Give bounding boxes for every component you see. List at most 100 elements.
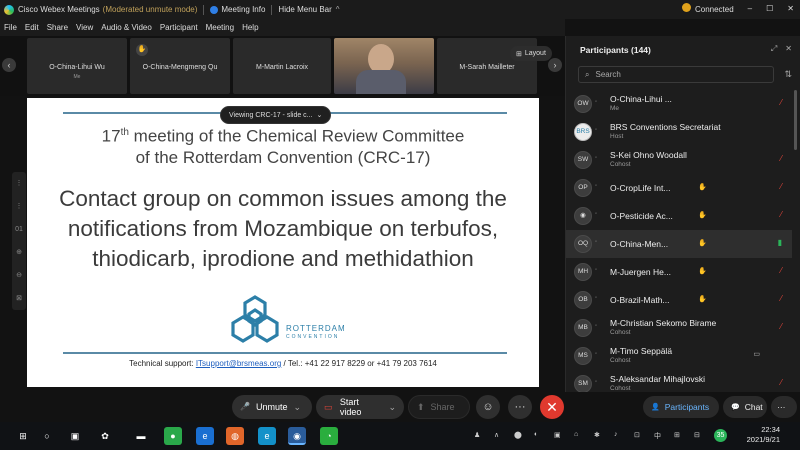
support-email-link[interactable]: ITsupport@brsmeas.org xyxy=(196,359,282,368)
viewing-share-pill[interactable]: Viewing CRC-17 - slide c... ⌄ xyxy=(220,106,332,124)
mic-muted-icon[interactable]: ⁄ xyxy=(781,98,782,107)
tray-expand-icon[interactable]: ∧ xyxy=(494,431,499,439)
unmute-button[interactable]: 🎤 Unmute ⌄ xyxy=(232,395,312,419)
participant-search-input[interactable]: ⌕ Search xyxy=(578,66,774,83)
participant-row[interactable]: MS ◦ M-Timo Seppälä Cohost ▭ xyxy=(566,342,792,370)
hide-menu-bar-button[interactable]: Hide Menu Bar xyxy=(278,5,331,14)
leave-meeting-button[interactable]: ✕ xyxy=(540,395,564,419)
participant-row[interactable]: OW ◦ O-China-Lihui ... Me ⁄ xyxy=(566,90,792,118)
mic-muted-icon[interactable]: ⁄ xyxy=(781,322,782,331)
tray-app-icon[interactable]: ⬤ xyxy=(514,431,522,439)
menu-file[interactable]: File xyxy=(4,23,17,32)
mic-active-icon[interactable]: ▮ xyxy=(778,238,782,247)
strip-prev-button[interactable]: ‹ xyxy=(2,58,16,72)
participant-row[interactable]: OQ ◦ O-China-Men... ✋ ▮ xyxy=(566,230,792,258)
tray-app-icon[interactable]: ⊟ xyxy=(694,431,700,439)
participant-name: O-Brazil-Math... xyxy=(610,295,670,305)
layout-icon: ⊞ xyxy=(516,50,522,58)
connection-status[interactable]: Connected xyxy=(681,3,734,14)
support-prefix: Technical support: xyxy=(129,359,196,368)
chat-button[interactable]: 💬 Chat xyxy=(723,396,767,418)
fit-view-icon[interactable]: ⊠ xyxy=(12,287,26,310)
drag-handle-icon[interactable]: ⋮ xyxy=(12,172,26,195)
audio-connection-icon: ◦ xyxy=(595,155,598,161)
participant-row[interactable]: SW ◦ S-Kei Ohno Woodall Cohost ⁄ xyxy=(566,146,792,174)
participant-name: BRS Conventions Secretariat xyxy=(610,122,721,132)
sort-icon[interactable]: ⇅ xyxy=(784,69,792,80)
webex-app-icon[interactable]: ◉ xyxy=(288,427,306,445)
hide-menu-chevron-icon[interactable]: ^ xyxy=(336,5,340,14)
video-tile-live[interactable] xyxy=(334,38,434,94)
popout-icon[interactable]: ⤢ xyxy=(771,44,777,54)
start-video-button[interactable]: ▭ Start video ⌄ xyxy=(316,395,404,419)
zoom-out-icon[interactable]: ⊖ xyxy=(12,264,26,287)
close-window-button[interactable]: ✕ xyxy=(787,4,794,13)
participant-row[interactable]: OB ◦ O-Brazil-Math... ✋ ⁄ xyxy=(566,286,792,314)
meeting-info-icon[interactable] xyxy=(210,5,219,14)
notification-count-badge[interactable]: 35 xyxy=(714,429,727,442)
pinwheel-app-icon[interactable]: ✿ xyxy=(96,427,114,445)
video-tile[interactable]: ✋ O-China-Mengmeng Qu xyxy=(130,38,230,94)
file-explorer-icon[interactable]: ▬ xyxy=(132,427,150,445)
participants-button[interactable]: 👤 Participants xyxy=(643,396,719,418)
tray-app-icon[interactable]: ◐ xyxy=(534,431,538,438)
chevron-down-icon[interactable]: ⌄ xyxy=(388,402,396,413)
menu-bar: File Edit Share View Audio & Video Parti… xyxy=(0,19,565,36)
menu-share[interactable]: Share xyxy=(47,23,68,32)
firefox-icon[interactable]: ◍ xyxy=(226,427,244,445)
clock[interactable]: 22:34 2021/9/21 xyxy=(747,425,780,445)
more-options-button[interactable]: ··· xyxy=(508,395,532,419)
drag-handle-icon[interactable]: ⋮ xyxy=(12,195,26,218)
wechat-icon[interactable]: ◔ xyxy=(320,427,338,445)
windows-start-icon[interactable]: ⊞ xyxy=(14,427,32,445)
tray-app-icon[interactable]: ⌂ xyxy=(574,431,578,438)
menu-participant[interactable]: Participant xyxy=(160,23,198,32)
panel-more-button[interactable]: ··· xyxy=(771,396,797,418)
chevron-down-icon[interactable]: ⌄ xyxy=(294,402,302,413)
menu-audio-video[interactable]: Audio & Video xyxy=(101,23,152,32)
title-separator xyxy=(271,4,273,15)
strip-next-button[interactable]: › xyxy=(548,58,562,72)
windows-taskbar: ⊞ ○ ▣ ✿ ▬ ● e ◍ e ◉ ◔ ♟ ∧ ⬤ ◐ ▣ ⌂ ✱ ♪ ⊡ 中 ⊞ ⊟ 35 22:34 2021/9/… xyxy=(0,422,800,450)
participant-row[interactable]: OP ◦ O-CropLife Int... ✋ ⁄ xyxy=(566,174,792,202)
mic-muted-icon[interactable]: ⁄ xyxy=(781,154,782,163)
participant-row[interactable]: ◉ ◦ O-Pesticide Ac... ✋ ⁄ xyxy=(566,202,792,230)
menu-help[interactable]: Help xyxy=(242,23,258,32)
video-tile[interactable]: O-China-Lihui Wu Me xyxy=(27,38,127,94)
layout-button[interactable]: ⊞ Layout xyxy=(510,46,552,61)
network-icon[interactable]: ⊡ xyxy=(634,431,640,439)
maximize-button[interactable]: ☐ xyxy=(766,4,773,13)
green-app-icon[interactable]: ● xyxy=(164,427,182,445)
close-panel-icon[interactable]: ✕ xyxy=(785,44,792,54)
minimize-button[interactable]: – xyxy=(748,4,752,13)
menu-meeting[interactable]: Meeting xyxy=(206,23,234,32)
mic-muted-icon[interactable]: ⁄ xyxy=(781,266,782,275)
mic-muted-icon[interactable]: ⁄ xyxy=(781,182,782,191)
task-view-icon[interactable]: ▣ xyxy=(66,427,84,445)
participant-row[interactable]: MH ◦ M-Juergen He... ✋ ⁄ xyxy=(566,258,792,286)
people-icon[interactable]: ♟ xyxy=(474,431,480,439)
keyboard-icon[interactable]: ⊞ xyxy=(674,431,680,439)
zoom-in-icon[interactable]: ⊕ xyxy=(12,241,26,264)
mic-muted-icon[interactable]: ⁄ xyxy=(781,210,782,219)
mic-muted-icon[interactable]: ⁄ xyxy=(781,294,782,303)
meeting-info-button[interactable]: Meeting Info xyxy=(221,5,265,14)
mic-muted-icon[interactable]: ⁄ xyxy=(781,378,782,387)
participant-list-scrollbar[interactable] xyxy=(794,90,797,150)
edge-legacy-icon[interactable]: e xyxy=(196,427,214,445)
bluetooth-icon[interactable]: ✱ xyxy=(594,431,600,439)
audio-connection-icon: ◦ xyxy=(595,267,598,273)
video-tile[interactable]: M-Martin Lacroix xyxy=(233,38,331,94)
volume-icon[interactable]: ♪ xyxy=(614,431,618,438)
reactions-button[interactable]: ☺ xyxy=(476,395,500,419)
participant-row[interactable]: BRS ◦ BRS Conventions Secretariat Host xyxy=(566,118,792,146)
participant-row[interactable]: MB ◦ M-Christian Sekomo Birame Cohost ⁄ xyxy=(566,314,792,342)
participant-role: Host xyxy=(610,133,624,140)
tray-app-icon[interactable]: ▣ xyxy=(554,431,561,439)
menu-edit[interactable]: Edit xyxy=(25,23,39,32)
share-button[interactable]: ⬆ Share xyxy=(408,395,470,419)
ime-chinese-icon[interactable]: 中 xyxy=(654,431,661,441)
search-circle-icon[interactable]: ○ xyxy=(38,427,56,445)
menu-view[interactable]: View xyxy=(76,23,93,32)
edge-icon[interactable]: e xyxy=(258,427,276,445)
